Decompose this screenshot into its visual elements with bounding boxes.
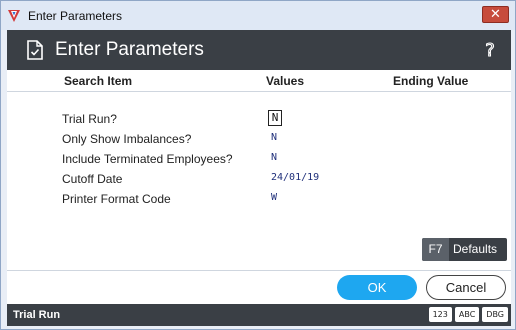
app-logo-icon <box>8 9 20 22</box>
ok-button[interactable]: OK <box>337 275 417 300</box>
document-check-icon <box>27 40 43 60</box>
dialog-header: Enter Parameters ? <box>7 30 511 70</box>
param-row-trial-run: Trial Run? N <box>7 110 511 127</box>
param-label: Trial Run? <box>62 112 117 126</box>
close-button[interactable]: ✕ <box>482 6 509 23</box>
param-row-terminated: Include Terminated Employees? N <box>7 151 511 167</box>
trial-run-input[interactable]: N <box>268 110 282 126</box>
status-badges: 123 ABC DBG <box>428 307 508 322</box>
printer-format-value[interactable]: W <box>271 192 277 203</box>
param-label: Only Show Imbalances? <box>62 132 192 146</box>
imbalances-value[interactable]: N <box>271 132 277 143</box>
svg-text:?: ? <box>485 40 495 61</box>
param-row-imbalances: Only Show Imbalances? N <box>7 131 511 147</box>
status-text: Trial Run <box>13 309 61 321</box>
defaults-button[interactable]: F7 Defaults <box>422 238 507 261</box>
param-label: Include Terminated Employees? <box>62 152 233 166</box>
column-header-ending-value: Ending Value <box>393 74 469 88</box>
parameters-panel: Search Item Values Ending Value Trial Ru… <box>7 70 511 270</box>
status-badge-debug: DBG <box>482 307 508 322</box>
dialog-window: Enter Parameters ✕ Enter Parameters ? Se… <box>0 0 516 330</box>
param-row-printer-format: Printer Format Code W <box>7 191 511 207</box>
status-badge-alpha: ABC <box>454 307 480 322</box>
title-bar: Enter Parameters ✕ <box>1 1 515 30</box>
cancel-button[interactable]: Cancel <box>426 275 506 300</box>
header-title: Enter Parameters <box>55 39 204 60</box>
column-headers: Search Item Values Ending Value <box>7 70 511 92</box>
defaults-key-label: F7 <box>422 238 449 261</box>
window-title: Enter Parameters <box>28 8 123 23</box>
param-row-cutoff-date: Cutoff Date 24/01/19 <box>7 171 511 187</box>
column-header-search-item: Search Item <box>64 74 133 88</box>
param-label: Cutoff Date <box>62 172 123 186</box>
status-bar: Trial Run 123 ABC DBG <box>7 304 511 326</box>
terminated-value[interactable]: N <box>271 152 277 163</box>
param-label: Printer Format Code <box>62 192 171 206</box>
dialog-footer: OK Cancel <box>7 270 511 304</box>
status-badge-numeric: 123 <box>428 307 452 322</box>
help-question-icon[interactable]: ? <box>481 39 499 61</box>
cutoff-date-value[interactable]: 24/01/19 <box>271 172 319 183</box>
defaults-label: Defaults <box>453 242 498 256</box>
column-header-values: Values <box>266 74 305 88</box>
